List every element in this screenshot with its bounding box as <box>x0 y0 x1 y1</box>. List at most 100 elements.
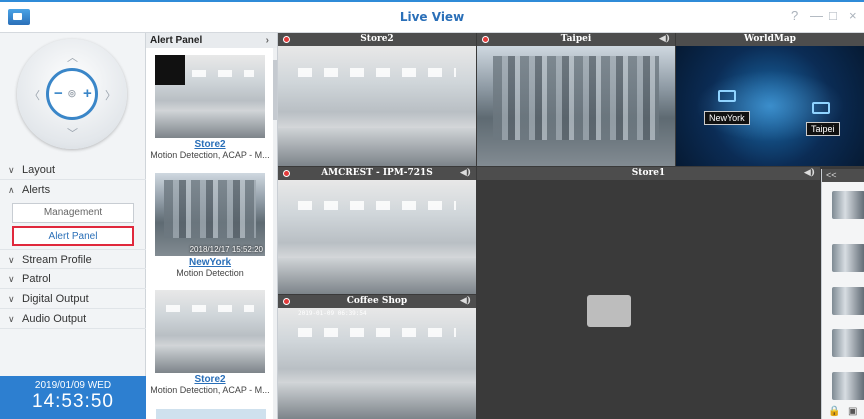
zoom-out-icon[interactable]: − <box>54 85 63 102</box>
alert-camera-link[interactable]: Store2 <box>146 139 274 150</box>
strip-thumbnail[interactable] <box>832 287 864 315</box>
chevron-down-icon: ∨ <box>8 255 15 265</box>
maximize-icon[interactable]: □ <box>829 8 837 23</box>
strip-thumbnail[interactable] <box>832 329 864 357</box>
menu-stream-profile[interactable]: ∨ Stream Profile <box>0 249 146 269</box>
menu-alerts-label: Alerts <box>22 184 51 196</box>
menu-digital-output[interactable]: ∨ Digital Output <box>0 289 146 309</box>
menu-audio-output[interactable]: ∨ Audio Output <box>0 309 146 329</box>
camera-name: Taipei <box>560 34 592 44</box>
management-button[interactable]: Management <box>12 203 134 223</box>
camera-name: Coffee Shop <box>346 296 408 306</box>
side-menu: ∨ Layout ∧ Alerts Management Alert Panel ∨… <box>0 160 146 329</box>
strip-collapse-button[interactable]: << <box>822 169 864 182</box>
world-map[interactable]: NewYork Taipei <box>676 46 864 166</box>
record-indicator-icon <box>482 36 489 43</box>
camera-name: WorldMap <box>744 34 796 44</box>
alert-event-text: Motion Detection <box>176 268 244 278</box>
record-indicator-icon <box>283 298 290 305</box>
camera-overlay-text: AMCREST IPM-721S <box>414 283 472 290</box>
camera-feed[interactable]: AMCREST IPM-721S <box>278 180 476 294</box>
strip-thumbnail[interactable] <box>832 372 864 400</box>
camera-icon[interactable] <box>718 90 736 102</box>
alert-entry[interactable]: 2018/12/17 15:52:20 NewYork Motion Detec… <box>146 173 274 278</box>
alert-entry[interactable]: 2018/12/17 15:51:50 Store2 Motion Detect… <box>146 290 274 395</box>
speaker-icon[interactable]: ◀) <box>659 33 670 46</box>
alert-timestamp: 2018/12/17 15:52:28 <box>189 127 263 136</box>
camera-tile-worldmap[interactable]: WorldMap NewYork Taipei <box>676 33 864 166</box>
alert-thumbnail[interactable]: 2018/12/17 15:52:28 <box>155 55 265 138</box>
camera-tile-amcrest[interactable]: AMCREST - IPM-721S ◀) AMCREST IPM-721S <box>278 167 476 294</box>
clock-time: 14:53:50 <box>32 391 114 412</box>
camera-feed[interactable]: 2019-01-09 06:39:54 <box>278 308 476 419</box>
pan-down-icon[interactable]: ﹀ <box>67 125 78 141</box>
camera-thumbnail-strip: << 🔒 ▣ <box>821 169 864 419</box>
pan-left-icon[interactable]: 〈 <box>29 87 40 103</box>
layout-icon[interactable]: ▣ <box>848 406 857 417</box>
camera-tile-store1[interactable]: Store1 ◀) <box>477 167 820 419</box>
menu-digital-output-label: Digital Output <box>22 293 89 305</box>
alert-panel-title: Alert Panel <box>150 35 203 46</box>
camera-feed[interactable] <box>278 46 476 166</box>
minimize-icon[interactable]: — <box>810 8 823 23</box>
camera-tile-coffee-shop[interactable]: Coffee Shop ◀) 2019-01-09 06:39:54 <box>278 295 476 419</box>
camera-tile-header: Store2 <box>278 33 476 46</box>
map-label-taipei[interactable]: Taipei <box>806 122 840 136</box>
alert-panel-button[interactable]: Alert Panel <box>12 226 134 246</box>
menu-stream-profile-label: Stream Profile <box>22 254 92 266</box>
menu-audio-output-label: Audio Output <box>22 313 87 325</box>
ptz-control-pad[interactable]: ︿ ﹀ 〈 〉 − ◎ + <box>17 39 127 149</box>
record-indicator-icon <box>283 36 290 43</box>
alert-thumbnail[interactable]: 2018/12/17 15:52:20 <box>155 173 265 256</box>
menu-layout[interactable]: ∨ Layout <box>0 160 146 180</box>
record-indicator-icon <box>283 170 290 177</box>
camera-icon[interactable] <box>812 102 830 114</box>
camera-tile-header: AMCREST - IPM-721S ◀) <box>278 167 476 180</box>
camera-name: Store1 <box>631 168 666 178</box>
strip-thumbnail[interactable] <box>832 244 864 272</box>
alert-camera-link[interactable]: Store2 <box>146 374 274 385</box>
home-position-icon[interactable]: ◎ <box>68 88 76 99</box>
title-bar: Live View ? — □ × <box>0 0 864 33</box>
pan-up-icon[interactable]: ︿ <box>67 49 78 65</box>
camera-tile-taipei[interactable]: Taipei ◀) <box>477 33 675 166</box>
collapse-panel-icon[interactable]: › <box>266 33 269 48</box>
alert-timestamp: 2018/12/17 15:51:50 <box>189 362 263 371</box>
help-icon[interactable]: ? <box>791 8 798 23</box>
left-sidebar: ︿ ﹀ 〈 〉 − ◎ + ∨ Layout ∧ Alerts Management… <box>0 33 146 419</box>
alert-camera-link[interactable]: NewYork <box>146 257 274 268</box>
camera-name: Store2 <box>360 34 394 44</box>
camera-tile-header: Coffee Shop ◀) <box>278 295 476 308</box>
menu-alerts[interactable]: ∧ Alerts <box>0 180 146 200</box>
close-icon[interactable]: × <box>849 8 857 23</box>
menu-patrol[interactable]: ∨ Patrol <box>0 269 146 289</box>
zoom-in-icon[interactable]: + <box>83 85 92 102</box>
strip-thumbnail[interactable] <box>832 191 864 219</box>
thumbnail-dark-region <box>155 55 185 85</box>
chevron-down-icon: ∨ <box>8 274 15 284</box>
chevron-down-icon: ∨ <box>8 165 15 175</box>
camera-tile-store2[interactable]: Store2 <box>278 33 476 166</box>
clock-date: 2019/01/09 WED <box>34 380 112 391</box>
speaker-icon[interactable]: ◀) <box>804 167 815 180</box>
chevron-down-icon: ∨ <box>8 314 15 324</box>
video-camera-icon <box>587 295 631 327</box>
lock-icon[interactable]: 🔒 <box>828 406 840 417</box>
speaker-icon[interactable]: ◀) <box>460 295 471 308</box>
jar-object <box>340 400 362 419</box>
map-label-newyork[interactable]: NewYork <box>704 111 750 125</box>
camera-feed[interactable] <box>477 46 675 166</box>
zoom-control: − ◎ + <box>46 68 98 120</box>
alert-thumbnail[interactable]: 2018/12/17 15:51:50 <box>155 290 265 373</box>
speaker-icon[interactable]: ◀) <box>460 167 471 180</box>
live-view-grid: Store2 Taipei ◀) WorldMap NewYork Taipei… <box>278 33 864 419</box>
menu-patrol-label: Patrol <box>22 273 51 285</box>
menu-layout-label: Layout <box>22 164 56 176</box>
camera-feed-empty[interactable] <box>477 180 820 419</box>
pan-right-icon[interactable]: 〉 <box>105 87 116 103</box>
alert-entry[interactable]: 2018/12/17 15:52:28 Store2 Motion Detect… <box>146 55 274 160</box>
clock-panel: 2019/01/09 WED 14:53:50 <box>0 376 146 419</box>
camera-tile-header: WorldMap <box>676 33 864 46</box>
window-title: Live View <box>399 10 465 24</box>
alert-timestamp: 2018/12/17 15:52:20 <box>189 245 263 254</box>
